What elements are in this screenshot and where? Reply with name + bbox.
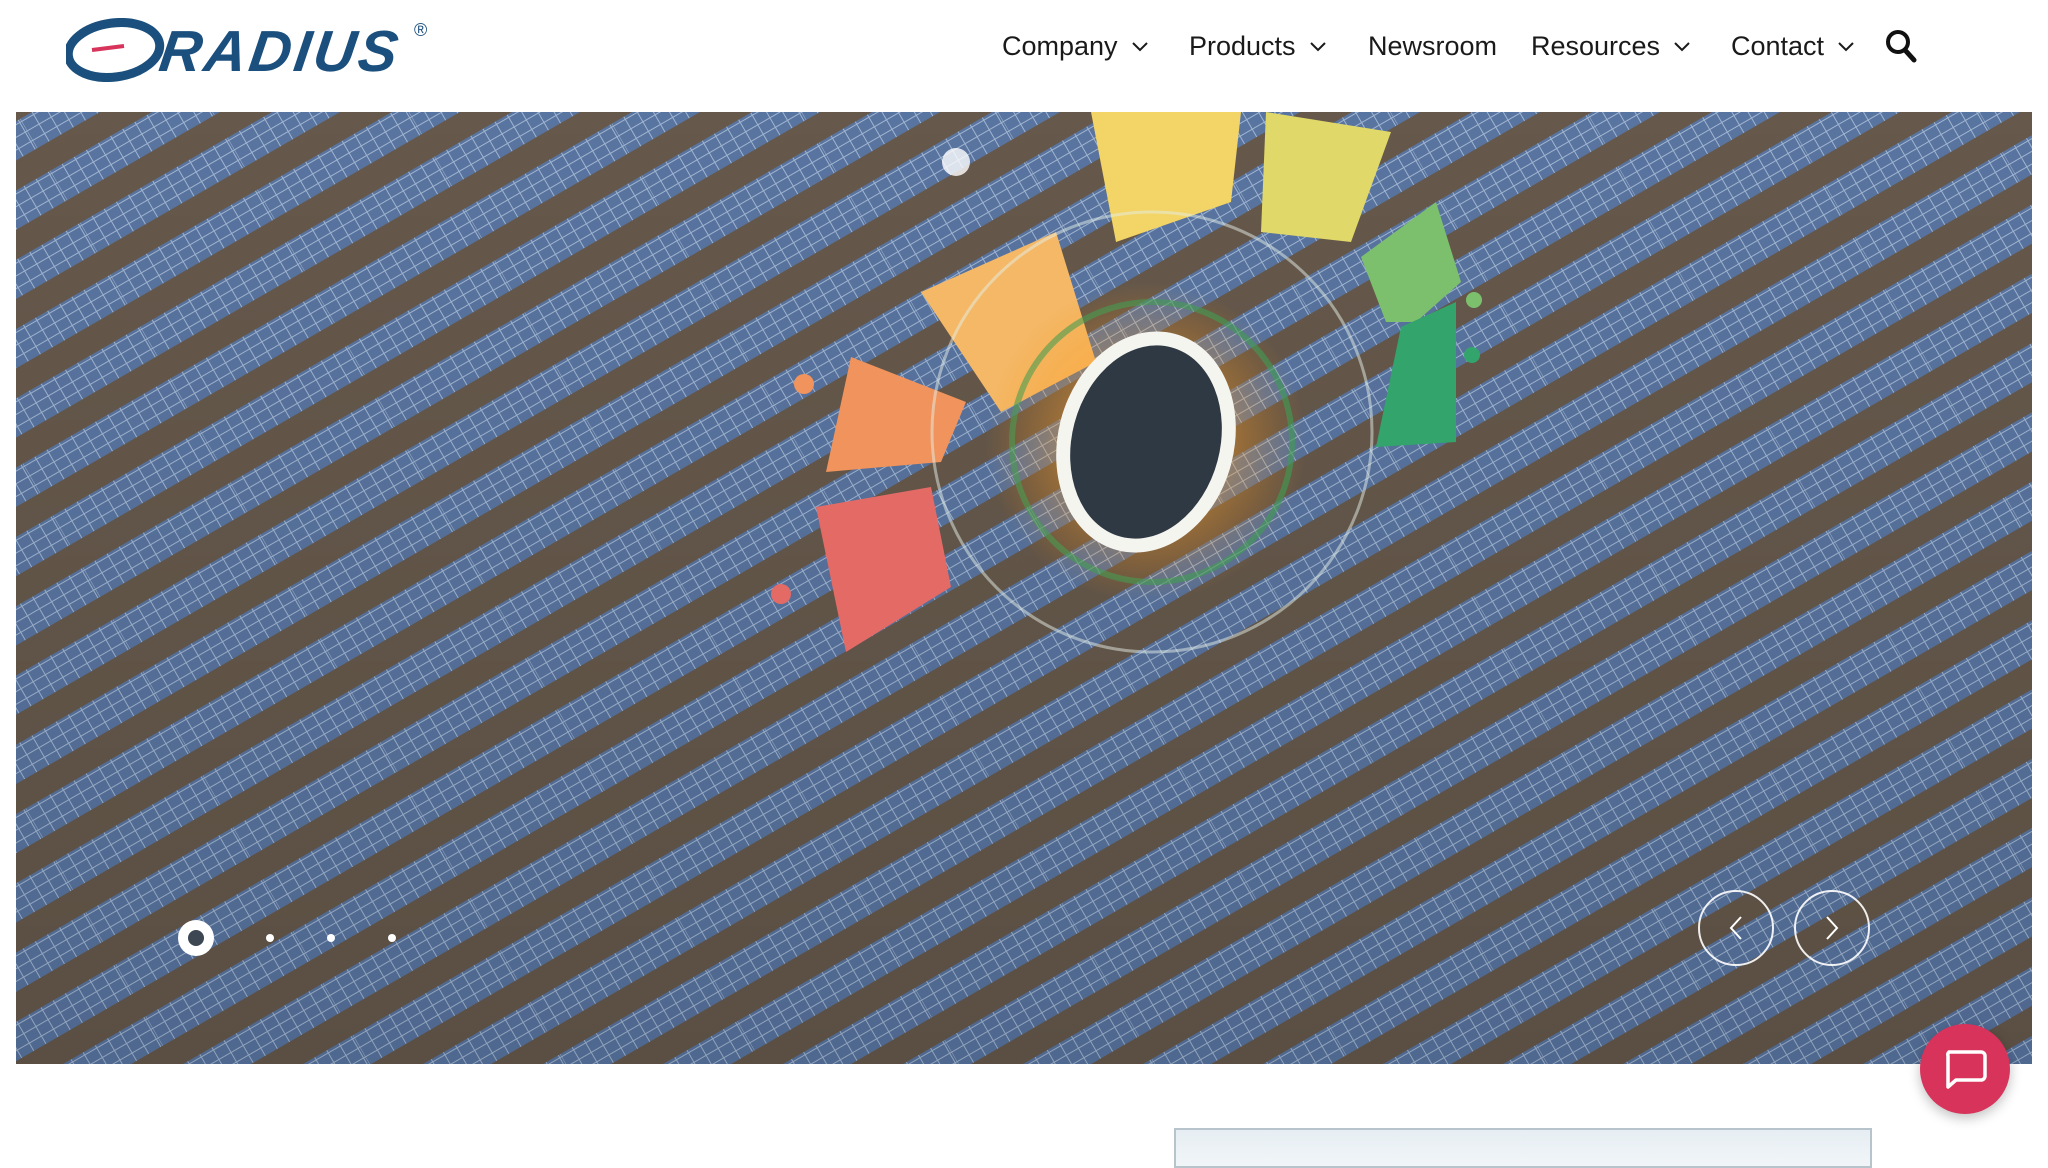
search-icon — [1886, 30, 1917, 63]
chevron-down-icon — [1674, 42, 1690, 52]
chevron-down-icon — [1131, 42, 1148, 52]
nav-label: Products — [1189, 31, 1296, 61]
nav-label: Resources — [1531, 31, 1661, 61]
carousel-prev-button[interactable] — [1698, 890, 1774, 966]
chevron-down-icon — [1309, 42, 1326, 52]
carousel-dots — [178, 918, 418, 958]
carousel-dot-1[interactable] — [178, 920, 214, 956]
nav-item-newsroom[interactable]: Newsroom — [1368, 28, 1497, 64]
carousel-dot-3[interactable] — [327, 934, 335, 942]
site-header: RADIUS ® Company Products Newsroom Resou… — [0, 0, 2048, 112]
chevron-down-icon — [1838, 42, 1854, 52]
carousel-dot-4[interactable] — [388, 934, 396, 942]
search-button[interactable] — [1884, 28, 1918, 64]
nav-label: Company — [1002, 31, 1118, 61]
nav-item-resources[interactable]: Resources — [1531, 28, 1692, 64]
chat-bubble-icon — [1946, 1050, 1987, 1089]
logo-emblem-icon — [66, 18, 165, 82]
chat-button[interactable] — [1920, 1024, 2010, 1114]
radius-logo[interactable]: RADIUS ® — [66, 18, 434, 84]
content-preview-image — [1174, 1128, 1872, 1168]
chevron-right-icon — [1826, 916, 1839, 940]
nav-item-contact[interactable]: Contact — [1731, 28, 1856, 64]
nav-label: Contact — [1731, 31, 1825, 61]
logo-wordmark: RADIUS — [155, 19, 405, 84]
chevron-left-icon — [1729, 916, 1742, 940]
nav-item-products[interactable]: Products — [1189, 28, 1328, 64]
hero-carousel — [16, 112, 2032, 1064]
carousel-next-button[interactable] — [1794, 890, 1870, 966]
nav-label: Newsroom — [1368, 31, 1498, 61]
carousel-dot-2[interactable] — [266, 934, 274, 942]
nav-item-company[interactable]: Company — [1002, 28, 1150, 64]
registered-mark: ® — [414, 20, 428, 40]
